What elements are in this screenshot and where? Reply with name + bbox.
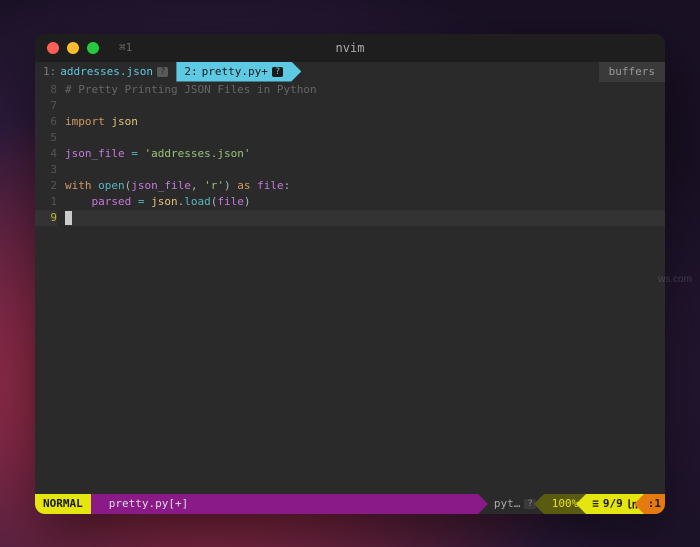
traffic-lights: [47, 42, 99, 54]
line-number: 7: [35, 98, 57, 114]
line-position: 9/9: [603, 497, 623, 510]
line-number-current: 9: [35, 210, 57, 226]
code-line: import json: [65, 114, 665, 130]
line-number: 8: [35, 82, 57, 98]
line-number: 5: [35, 130, 57, 146]
filetype-label: pyt…: [494, 497, 521, 510]
line-number: 3: [35, 162, 57, 178]
code-line: [65, 98, 665, 114]
maximize-icon[interactable]: [87, 42, 99, 54]
code-line: # Pretty Printing JSON Files in Python: [65, 82, 665, 98]
buffer-name: pretty.py+: [202, 65, 268, 78]
close-icon[interactable]: [47, 42, 59, 54]
line-number: 4: [35, 146, 57, 162]
minimize-icon[interactable]: [67, 42, 79, 54]
mode-segment: NORMAL: [35, 494, 91, 514]
buffer-line: 1: addresses.json ? 2: pretty.py+ ? buff…: [35, 62, 665, 82]
line-number-gutter: 8 7 6 5 4 3 2 1 9: [35, 82, 65, 478]
line-number: 6: [35, 114, 57, 130]
buffer-name: addresses.json: [60, 65, 153, 78]
separator-icon: ≡: [592, 497, 599, 510]
terminal-window: ⌘1 nvim 1: addresses.json ? 2: pretty.py…: [35, 34, 665, 514]
code-line-current: [65, 210, 665, 226]
line-number: 1: [35, 194, 57, 210]
file-segment: pretty.py[+]: [91, 494, 478, 514]
buffer-modified-icon: ?: [272, 67, 283, 77]
column-segment: :1: [644, 494, 665, 514]
buffers-label: buffers: [599, 62, 665, 82]
code-line: parsed = json.load(file): [65, 194, 665, 210]
code-content[interactable]: # Pretty Printing JSON Files in Python i…: [65, 82, 665, 478]
buffer-number: 1:: [43, 65, 56, 78]
watermark: ws.com: [658, 274, 692, 285]
code-line: [65, 130, 665, 146]
titlebar: ⌘1 nvim: [35, 34, 665, 62]
terminal-tab-indicator: ⌘1: [119, 41, 132, 54]
status-line: NORMAL pretty.py[+] pyt… ? 100% ≡ 9/9 ㏑ …: [35, 494, 665, 514]
code-line: json_file = 'addresses.json': [65, 146, 665, 162]
window-title: nvim: [336, 41, 365, 55]
command-line[interactable]: [35, 478, 665, 494]
buffer-tab-inactive[interactable]: 1: addresses.json ?: [35, 62, 176, 82]
editor-area[interactable]: 8 7 6 5 4 3 2 1 9 # Pretty Printing JSON…: [35, 82, 665, 478]
cursor-icon: [65, 211, 72, 225]
buffer-tab-active[interactable]: 2: pretty.py+ ?: [176, 62, 301, 82]
code-line: [65, 162, 665, 178]
buffer-number: 2:: [184, 65, 197, 78]
buffer-modified-icon: ?: [157, 67, 168, 77]
code-line: with open(json_file, 'r') as file:: [65, 178, 665, 194]
line-number: 2: [35, 178, 57, 194]
